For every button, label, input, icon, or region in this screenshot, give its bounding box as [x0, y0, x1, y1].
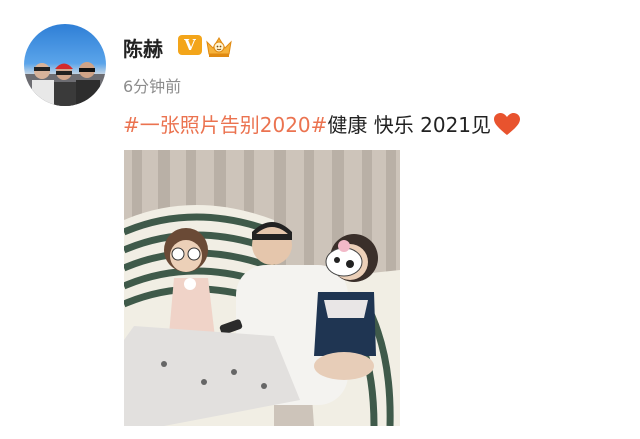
verified-badge: V [178, 35, 202, 55]
post-body: 健康 快乐 2021见 [327, 113, 492, 137]
avatar-photo [24, 62, 106, 106]
post-image[interactable] [124, 150, 400, 426]
avatar[interactable] [24, 24, 106, 106]
user-name[interactable]: 陈赫 [123, 33, 163, 62]
hashtag-link[interactable]: #一张照片告别2020# [123, 113, 327, 137]
crown-icon [206, 37, 232, 57]
heart-icon [494, 113, 521, 135]
post-time: 6分钟前 [123, 77, 182, 96]
post-text: #一张照片告别2020#健康 快乐 2021见 [123, 109, 521, 138]
family-photo [124, 150, 400, 426]
